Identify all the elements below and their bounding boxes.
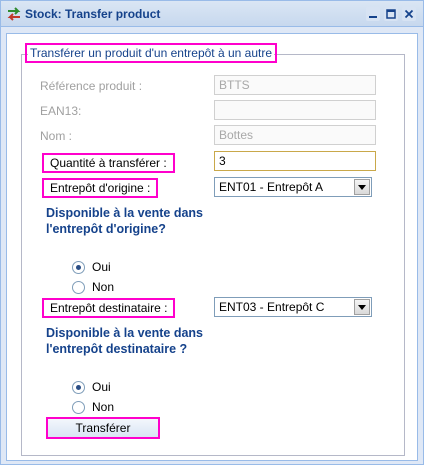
window-title: Stock: Transfer product <box>25 7 161 21</box>
chevron-down-icon[interactable] <box>354 179 370 195</box>
minimize-icon[interactable] <box>366 7 380 21</box>
transfer-arrows-icon <box>6 6 22 22</box>
entrepot-origine-label: Entrepôt d'origine : <box>42 178 159 198</box>
radio-unchecked-icon[interactable] <box>72 280 85 294</box>
entrepot-origine-select[interactable]: ENT01 - Entrepôt A <box>214 177 372 197</box>
quantite-label: Quantité à transférer : <box>42 153 175 173</box>
dispo-origine-non[interactable]: Non <box>72 280 114 294</box>
nom-label: Nom : <box>40 129 73 143</box>
transferer-button[interactable]: Transférer <box>46 417 160 439</box>
fieldset-legend: Transférer un produit d'un entrepôt à un… <box>25 43 277 63</box>
ean13-field[interactable] <box>214 100 376 120</box>
quantite-field[interactable]: 3 <box>214 151 376 171</box>
dispo-origine-question: Disponible à la vente dans l'entrepôt d'… <box>46 206 203 236</box>
radio-checked-icon[interactable] <box>72 380 85 394</box>
dispo-destinataire-non[interactable]: Non <box>72 400 114 414</box>
reference-field[interactable]: BTTS <box>214 75 376 95</box>
dispo-destinataire-non-label: Non <box>92 400 115 414</box>
entrepot-origine-value: ENT01 - Entrepôt A <box>219 180 324 194</box>
radio-unchecked-icon[interactable] <box>72 400 85 414</box>
entrepot-destinataire-value: ENT03 - Entrepôt C <box>219 300 325 314</box>
dispo-origine-non-label: Non <box>92 280 115 294</box>
transfer-fieldset: Transférer un produit d'un entrepôt à un… <box>21 43 405 456</box>
radio-checked-icon[interactable] <box>72 260 85 274</box>
chevron-down-icon[interactable] <box>354 299 370 315</box>
transfer-window: Stock: Transfer product Transférer un pr… <box>0 0 424 465</box>
entrepot-destinataire-select[interactable]: ENT03 - Entrepôt C <box>214 297 372 317</box>
dispo-origine-oui[interactable]: Oui <box>72 260 111 274</box>
dispo-destinataire-oui[interactable]: Oui <box>72 380 111 394</box>
nom-field[interactable]: Bottes <box>214 125 376 145</box>
reference-label: Référence produit : <box>40 79 143 93</box>
window-body: Transférer un produit d'un entrepôt à un… <box>6 33 418 461</box>
ean13-label: EAN13: <box>40 104 82 118</box>
entrepot-destinataire-label: Entrepôt destinataire : <box>42 298 176 318</box>
dispo-destinataire-question: Disponible à la vente dans l'entrepôt de… <box>46 326 203 356</box>
window-titlebar[interactable]: Stock: Transfer product <box>1 1 423 27</box>
close-icon[interactable] <box>402 7 416 21</box>
dispo-origine-oui-label: Oui <box>92 260 111 274</box>
dispo-destinataire-oui-label: Oui <box>92 380 111 394</box>
maximize-icon[interactable] <box>384 7 398 21</box>
